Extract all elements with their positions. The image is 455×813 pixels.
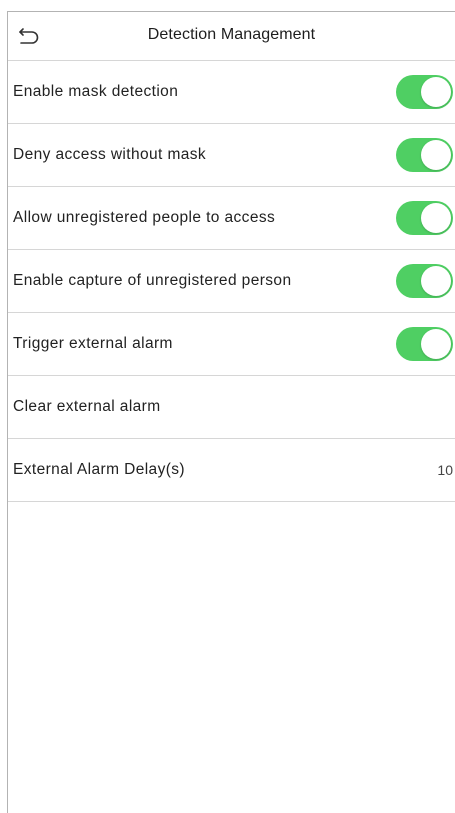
- allow-unregistered-access-toggle[interactable]: [396, 201, 453, 235]
- toggle-knob: [421, 203, 451, 233]
- setting-label: Clear external alarm: [13, 398, 161, 415]
- setting-label: Deny access without mask: [13, 146, 207, 163]
- setting-label: Allow unregistered people to access: [13, 209, 276, 226]
- setting-label: Trigger external alarm: [13, 335, 173, 352]
- setting-row-deny-access-without-mask[interactable]: Deny access without mask: [8, 124, 455, 187]
- deny-access-without-mask-toggle[interactable]: [396, 138, 453, 172]
- setting-row-external-alarm-delay[interactable]: External Alarm Delay(s) 10: [8, 439, 455, 502]
- setting-row-trigger-external-alarm[interactable]: Trigger external alarm: [8, 313, 455, 376]
- setting-row-clear-external-alarm[interactable]: Clear external alarm: [8, 376, 455, 439]
- screen-frame: Detection Management Enable mask detecti…: [7, 11, 455, 813]
- enable-mask-detection-toggle[interactable]: [396, 75, 453, 109]
- toggle-knob: [421, 266, 451, 296]
- trigger-external-alarm-toggle[interactable]: [396, 327, 453, 361]
- page-title: Detection Management: [147, 26, 316, 43]
- toggle-knob: [421, 140, 451, 170]
- setting-row-enable-capture-unregistered[interactable]: Enable capture of unregistered person: [8, 250, 455, 313]
- title-bar: Detection Management: [8, 12, 455, 61]
- setting-label: Enable capture of unregistered person: [13, 272, 292, 289]
- external-alarm-delay-value: 10: [437, 462, 453, 478]
- setting-label: Enable mask detection: [13, 83, 179, 100]
- setting-label: External Alarm Delay(s): [13, 461, 185, 478]
- toggle-knob: [421, 329, 451, 359]
- enable-capture-unregistered-toggle[interactable]: [396, 264, 453, 298]
- setting-row-allow-unregistered-access[interactable]: Allow unregistered people to access: [8, 187, 455, 250]
- setting-row-enable-mask-detection[interactable]: Enable mask detection: [8, 61, 455, 124]
- toggle-knob: [421, 77, 451, 107]
